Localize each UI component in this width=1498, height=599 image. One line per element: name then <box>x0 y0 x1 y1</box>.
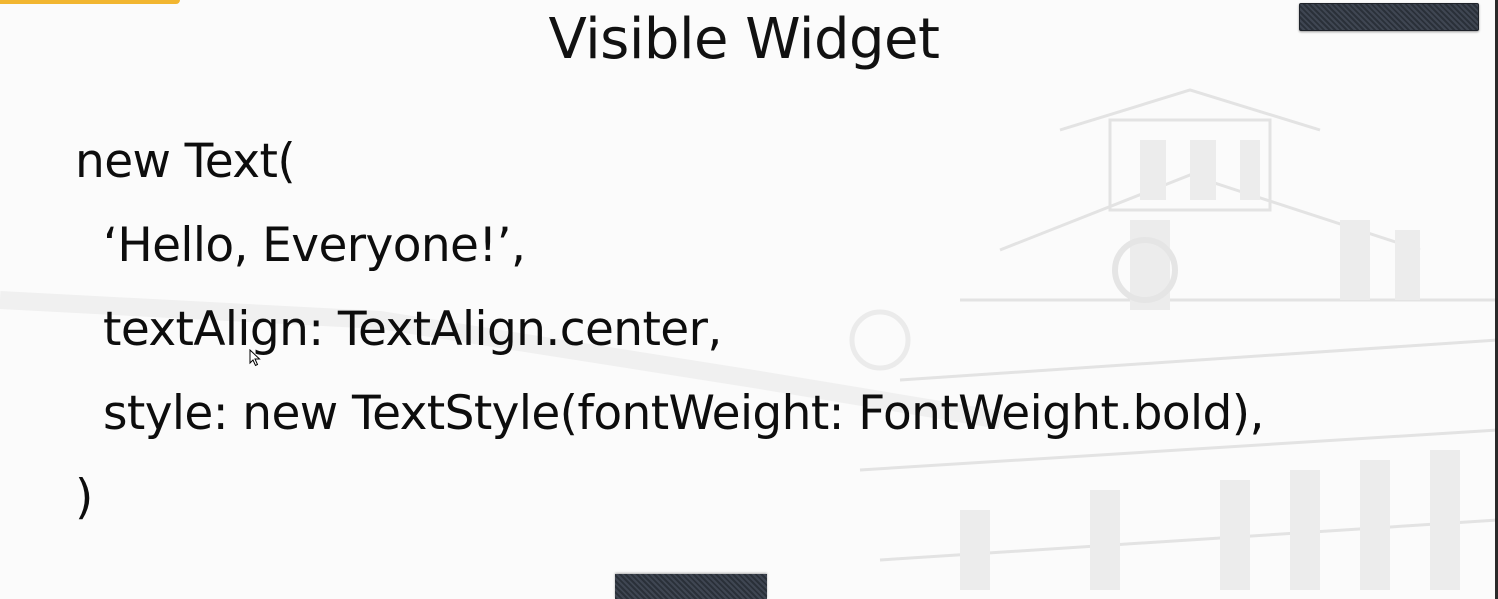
mouse-pointer-icon <box>249 349 261 367</box>
code-line: new Text( <box>75 134 296 189</box>
presentation-slide: Visible Widget new Text( ‘Hello, Everyon… <box>0 0 1498 599</box>
video-toolbar-tab[interactable] <box>615 574 767 599</box>
code-line: style: new TextStyle(fontWeight: FontWei… <box>103 386 1264 441</box>
slide-title: Visible Widget <box>548 7 940 72</box>
code-line: ‘Hello, Everyone!’, <box>103 218 526 273</box>
code-block: new Text( ‘Hello, Everyone!’, textAlign:… <box>75 120 1264 540</box>
video-control-bar[interactable] <box>1299 3 1479 31</box>
code-line: ) <box>75 470 93 525</box>
